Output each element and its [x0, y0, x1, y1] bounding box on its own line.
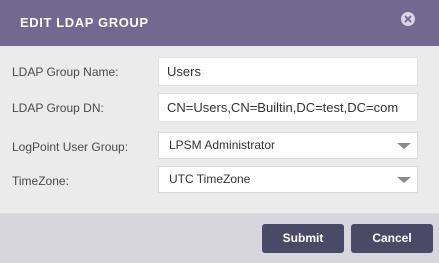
- user-group-label: LogPoint User Group:: [12, 140, 129, 154]
- dialog-footer: Submit Cancel: [0, 213, 439, 263]
- chevron-down-icon: [397, 143, 411, 149]
- user-group-value: LPSM Administrator: [169, 138, 276, 152]
- group-dn-row: LDAP Group DN: CN=Users,CN=Builtin,DC=te…: [0, 93, 439, 125]
- chevron-down-icon: [397, 177, 411, 183]
- group-name-row: LDAP Group Name: Users: [0, 57, 439, 89]
- group-name-input[interactable]: Users: [158, 57, 418, 86]
- timezone-select[interactable]: UTC TimeZone: [158, 166, 418, 193]
- cancel-button[interactable]: Cancel: [351, 224, 433, 253]
- dialog-title: EDIT LDAP GROUP: [20, 15, 149, 30]
- edit-ldap-group-dialog: EDIT LDAP GROUP LDAP Group Name: Users L…: [0, 0, 439, 263]
- close-icon[interactable]: [401, 12, 415, 26]
- group-name-label: LDAP Group Name:: [12, 65, 119, 79]
- group-dn-input[interactable]: CN=Users,CN=Builtin,DC=test,DC=com: [158, 93, 418, 122]
- timezone-value: UTC TimeZone: [169, 172, 251, 186]
- group-dn-label: LDAP Group DN:: [12, 101, 104, 115]
- dialog-header: EDIT LDAP GROUP: [0, 0, 439, 46]
- timezone-row: TimeZone: UTC TimeZone: [0, 166, 439, 198]
- submit-button[interactable]: Submit: [262, 224, 344, 253]
- timezone-label: TimeZone:: [12, 174, 69, 188]
- user-group-row: LogPoint User Group: LPSM Administrator: [0, 132, 439, 164]
- user-group-select[interactable]: LPSM Administrator: [158, 132, 418, 159]
